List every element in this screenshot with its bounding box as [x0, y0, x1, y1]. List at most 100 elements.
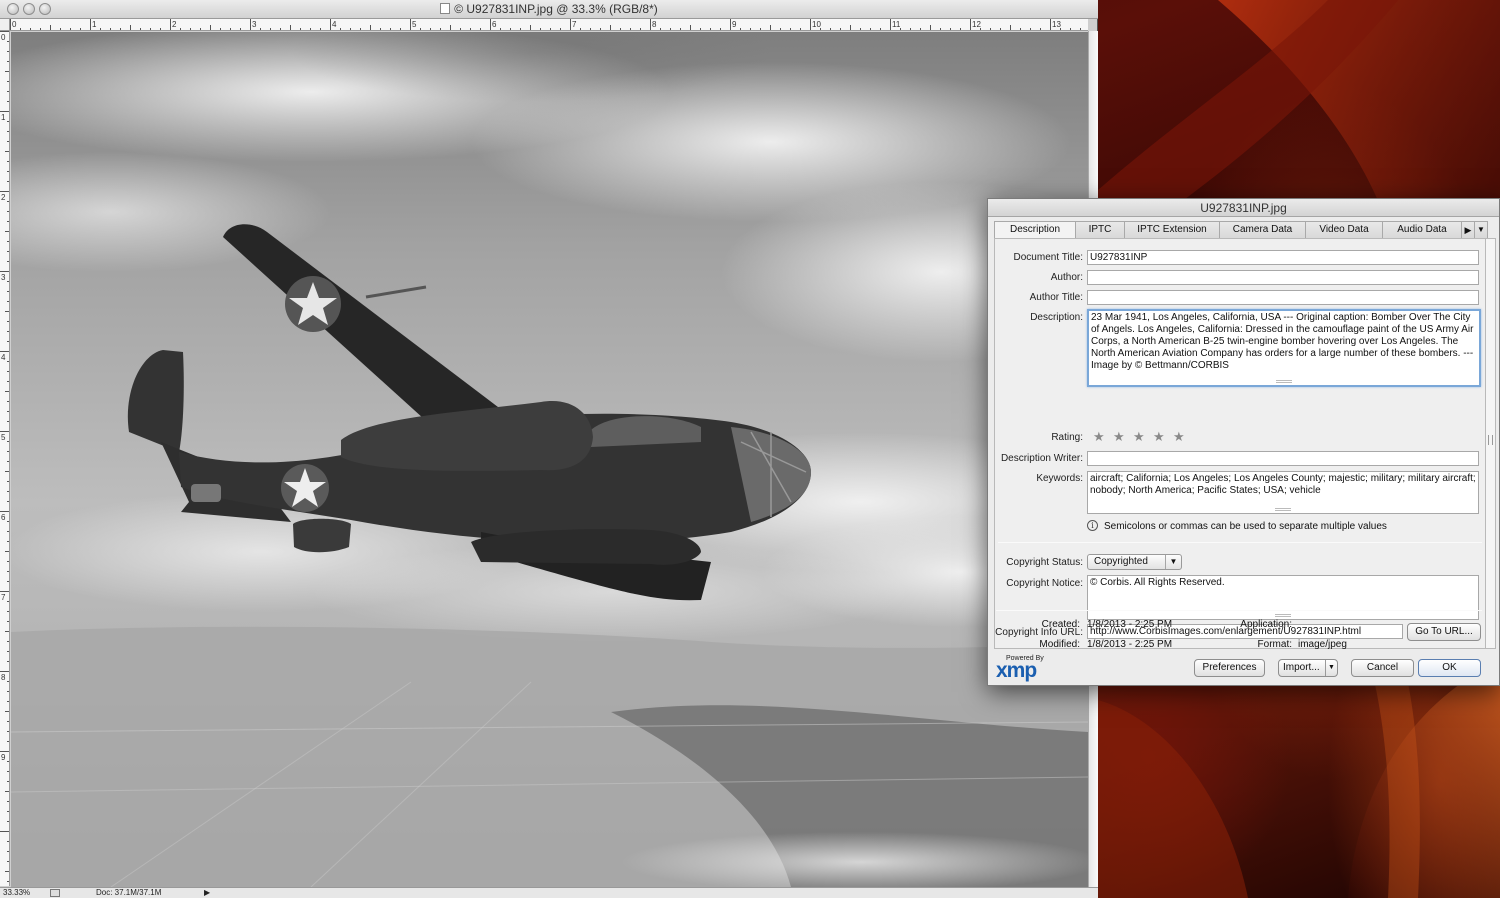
zoom-level-field[interactable]: 33.33% [3, 888, 45, 898]
dropdown-caret-icon[interactable]: ▼ [1325, 660, 1337, 676]
dropdown-caret-icon: ▼ [1165, 555, 1181, 569]
resize-grip-icon[interactable] [1276, 380, 1292, 383]
ruler-label: 12 [972, 20, 981, 29]
document-title-field[interactable]: U927831INP [1087, 250, 1479, 265]
modified-value: 1/8/2013 - 2:25 PM [1087, 639, 1173, 650]
description-panel: Document Title: U927831INP Author: Autho… [994, 238, 1486, 649]
modified-label: Modified: [1039, 639, 1080, 650]
star-icon[interactable]: ★ [1153, 430, 1165, 443]
go-to-url-button[interactable]: Go To URL... [1407, 623, 1481, 641]
ruler-label: 2 [172, 20, 177, 29]
ok-button[interactable]: OK [1418, 659, 1481, 677]
ruler-label: 1 [1, 113, 6, 122]
cancel-button[interactable]: Cancel [1351, 659, 1414, 677]
ruler-label: 8 [652, 20, 657, 29]
tab-menu-icon[interactable]: ▼ [1474, 221, 1488, 238]
document-size-readout: Doc: 37.1M/37.1M [96, 888, 162, 897]
ruler-label: 9 [732, 20, 737, 29]
ruler-label: 0 [1, 33, 6, 42]
dialog-tab-bar: Description IPTC IPTC Extension Camera D… [994, 221, 1494, 239]
ruler-label: 11 [892, 20, 901, 29]
xmp-wordmark: xmp [996, 659, 1037, 682]
import-button[interactable]: Import... ▼ [1278, 659, 1338, 677]
window-close-icon[interactable] [7, 3, 19, 15]
ruler-label: 5 [1, 433, 6, 442]
star-icon[interactable]: ★ [1093, 430, 1105, 443]
copyright-notice-label: Copyright Notice: [1006, 578, 1083, 589]
author-label: Author: [1050, 272, 1083, 283]
tab-iptc-extension[interactable]: IPTC Extension [1124, 221, 1220, 238]
ruler-label: 7 [1, 593, 6, 602]
vertical-ruler[interactable]: 0 1 2 3 4 5 6 7 8 9 [0, 31, 10, 886]
preferences-button[interactable]: Preferences [1194, 659, 1265, 677]
ruler-label: 9 [1, 753, 6, 762]
status-menu-arrow-icon[interactable]: ▶ [204, 888, 210, 898]
copyright-notice-text: © Corbis. All Rights Reserved. [1090, 577, 1225, 588]
description-field[interactable]: 23 Mar 1941, Los Angeles, California, US… [1087, 309, 1481, 387]
file-info-dialog: U927831INP.jpg Description IPTC IPTC Ext… [987, 198, 1500, 686]
tab-iptc[interactable]: IPTC [1075, 221, 1125, 238]
created-label: Created: [1041, 619, 1080, 630]
ruler-label: 2 [1, 193, 6, 202]
keywords-text: aircraft; California; Los Angeles; Los A… [1090, 473, 1476, 496]
document-status-bar: 33.33% Doc: 37.1M/37.1M ▶ [0, 887, 1098, 898]
description-label: Description: [1030, 312, 1083, 323]
section-divider [998, 542, 1482, 543]
ruler-label: 4 [1, 353, 6, 362]
ruler-label: 0 [12, 20, 17, 29]
document-titlebar[interactable]: © U927831INP.jpg @ 33.3% (RGB/8*) [0, 0, 1098, 19]
ruler-label: 6 [492, 20, 497, 29]
ruler-ticks: 0 1 2 3 4 5 6 7 8 9 [0, 31, 9, 882]
info-icon: i [1087, 520, 1098, 531]
xmp-logo: Powered By xmp [996, 655, 1056, 682]
description-writer-label: Description Writer: [1000, 453, 1083, 464]
photoshop-document-window: © U927831INP.jpg @ 33.3% (RGB/8*) 012345… [0, 0, 1098, 898]
copyright-notice-field[interactable]: © Corbis. All Rights Reserved. [1087, 575, 1479, 620]
tab-video-data[interactable]: Video Data [1305, 221, 1383, 238]
star-icon[interactable]: ★ [1133, 430, 1145, 443]
import-button-label: Import... [1283, 662, 1320, 673]
created-value: 1/8/2013 - 2:25 PM [1087, 619, 1173, 630]
tab-camera-data[interactable]: Camera Data [1219, 221, 1306, 238]
copyright-status-label: Copyright Status: [1006, 557, 1083, 568]
document-title: © U927831INP.jpg @ 33.3% (RGB/8*) [454, 2, 658, 16]
star-icon[interactable]: ★ [1173, 430, 1185, 443]
horizontal-ruler[interactable]: 0 1 2 3 4 5 6 7 8 9 10 11 12 13 [10, 19, 1088, 31]
tab-audio-data[interactable]: Audio Data [1382, 221, 1462, 238]
ruler-label: 8 [1, 673, 6, 682]
scrollbar-thumb[interactable] [1488, 435, 1493, 445]
ruler-label: 10 [812, 20, 821, 29]
keywords-field[interactable]: aircraft; California; Los Angeles; Los A… [1087, 471, 1479, 514]
section-divider [996, 610, 1482, 611]
ruler-origin[interactable] [0, 19, 10, 31]
format-value: image/jpeg [1298, 639, 1347, 650]
tab-scroll-arrow-icon[interactable]: ▶ [1461, 221, 1475, 238]
ruler-label: 13 [1052, 20, 1061, 29]
star-icon[interactable]: ★ [1113, 430, 1125, 443]
dialog-titlebar[interactable]: U927831INP.jpg [988, 199, 1499, 217]
document-title-label: Document Title: [1013, 252, 1083, 263]
author-field[interactable] [1087, 270, 1479, 285]
ruler-label: 4 [332, 20, 337, 29]
description-writer-field[interactable] [1087, 451, 1479, 466]
format-label: Format: [1257, 639, 1292, 650]
ruler-label: 1 [92, 20, 97, 29]
bomber-photograph [11, 32, 1088, 887]
rating-label: Rating: [1051, 432, 1083, 443]
status-info-icon[interactable] [50, 889, 60, 897]
author-title-field[interactable] [1087, 290, 1479, 305]
panel-scrollbar[interactable] [1486, 238, 1496, 649]
ruler-label: 3 [252, 20, 257, 29]
resize-grip-icon[interactable] [1275, 508, 1291, 511]
window-zoom-icon[interactable] [39, 3, 51, 15]
ruler-ticks: 0 1 2 3 4 5 6 7 8 9 10 11 12 13 [10, 19, 1081, 30]
tab-description[interactable]: Description [994, 221, 1076, 239]
resize-grip-icon[interactable] [1275, 614, 1291, 617]
document-icon [440, 3, 451, 14]
image-canvas[interactable] [11, 32, 1088, 887]
author-title-label: Author Title: [1029, 292, 1083, 303]
ruler-label: 5 [412, 20, 417, 29]
keywords-hint: Semicolons or commas can be used to sepa… [1104, 521, 1387, 532]
window-minimize-icon[interactable] [23, 3, 35, 15]
copyright-status-select[interactable]: Copyrighted ▼ [1087, 554, 1182, 570]
